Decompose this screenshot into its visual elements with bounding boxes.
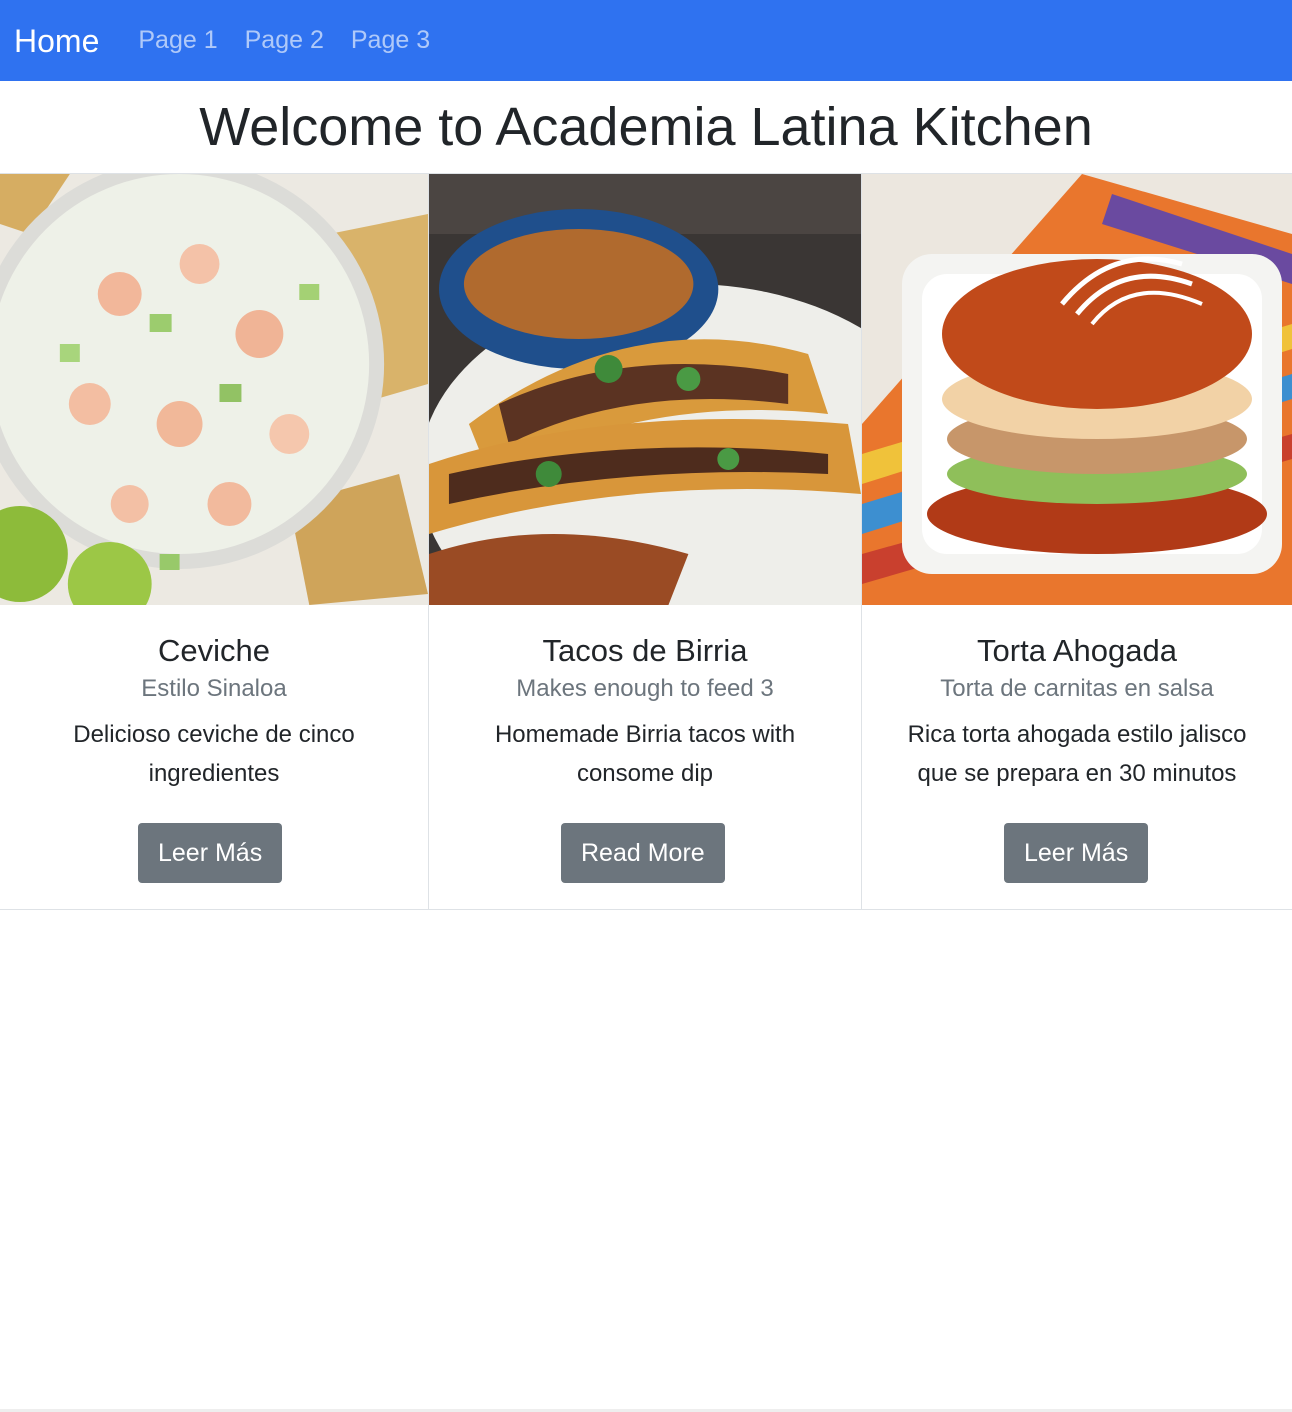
page-title: Welcome to Academia Latina Kitchen [0, 81, 1292, 174]
card-title: Tacos de Birria [542, 633, 748, 668]
leer-mas-button[interactable]: Leer Más [1004, 823, 1149, 883]
ceviche-image [0, 174, 428, 605]
top-navbar: Home Page 1 Page 2 Page 3 [0, 0, 1292, 81]
card-subtitle: Torta de carnitas en salsa [940, 675, 1214, 702]
torta-ahogada-image [862, 174, 1292, 605]
nav-home-link[interactable]: Home [14, 25, 99, 57]
read-more-button[interactable]: Read More [561, 823, 725, 883]
recipe-card-tacos-de-birria: Tacos de Birria Makes enough to feed 3 H… [429, 174, 862, 910]
recipe-card-group: Ceviche Estilo Sinaloa Delicioso ceviche… [0, 174, 1292, 910]
card-title: Ceviche [158, 633, 270, 668]
nav-page-2-link[interactable]: Page 2 [245, 28, 324, 53]
nav-page-3-link[interactable]: Page 3 [351, 28, 430, 53]
card-description: Delicioso ceviche de cinco ingredientes [73, 721, 355, 787]
card-subtitle: Estilo Sinaloa [141, 675, 287, 702]
recipe-card-ceviche: Ceviche Estilo Sinaloa Delicioso ceviche… [0, 174, 429, 910]
nav-page-1-link[interactable]: Page 1 [138, 28, 217, 53]
tacos-de-birria-image [429, 174, 861, 605]
leer-mas-button[interactable]: Leer Más [138, 823, 283, 883]
recipe-card-torta-ahogada: Torta Ahogada Torta de carnitas en salsa… [862, 174, 1292, 910]
card-subtitle: Makes enough to feed 3 [516, 675, 774, 702]
card-description: Rica torta ahogada estilo jalisco que se… [907, 721, 1247, 787]
card-title: Torta Ahogada [977, 633, 1177, 668]
card-description: Homemade Birria tacos with consome dip [494, 721, 796, 787]
